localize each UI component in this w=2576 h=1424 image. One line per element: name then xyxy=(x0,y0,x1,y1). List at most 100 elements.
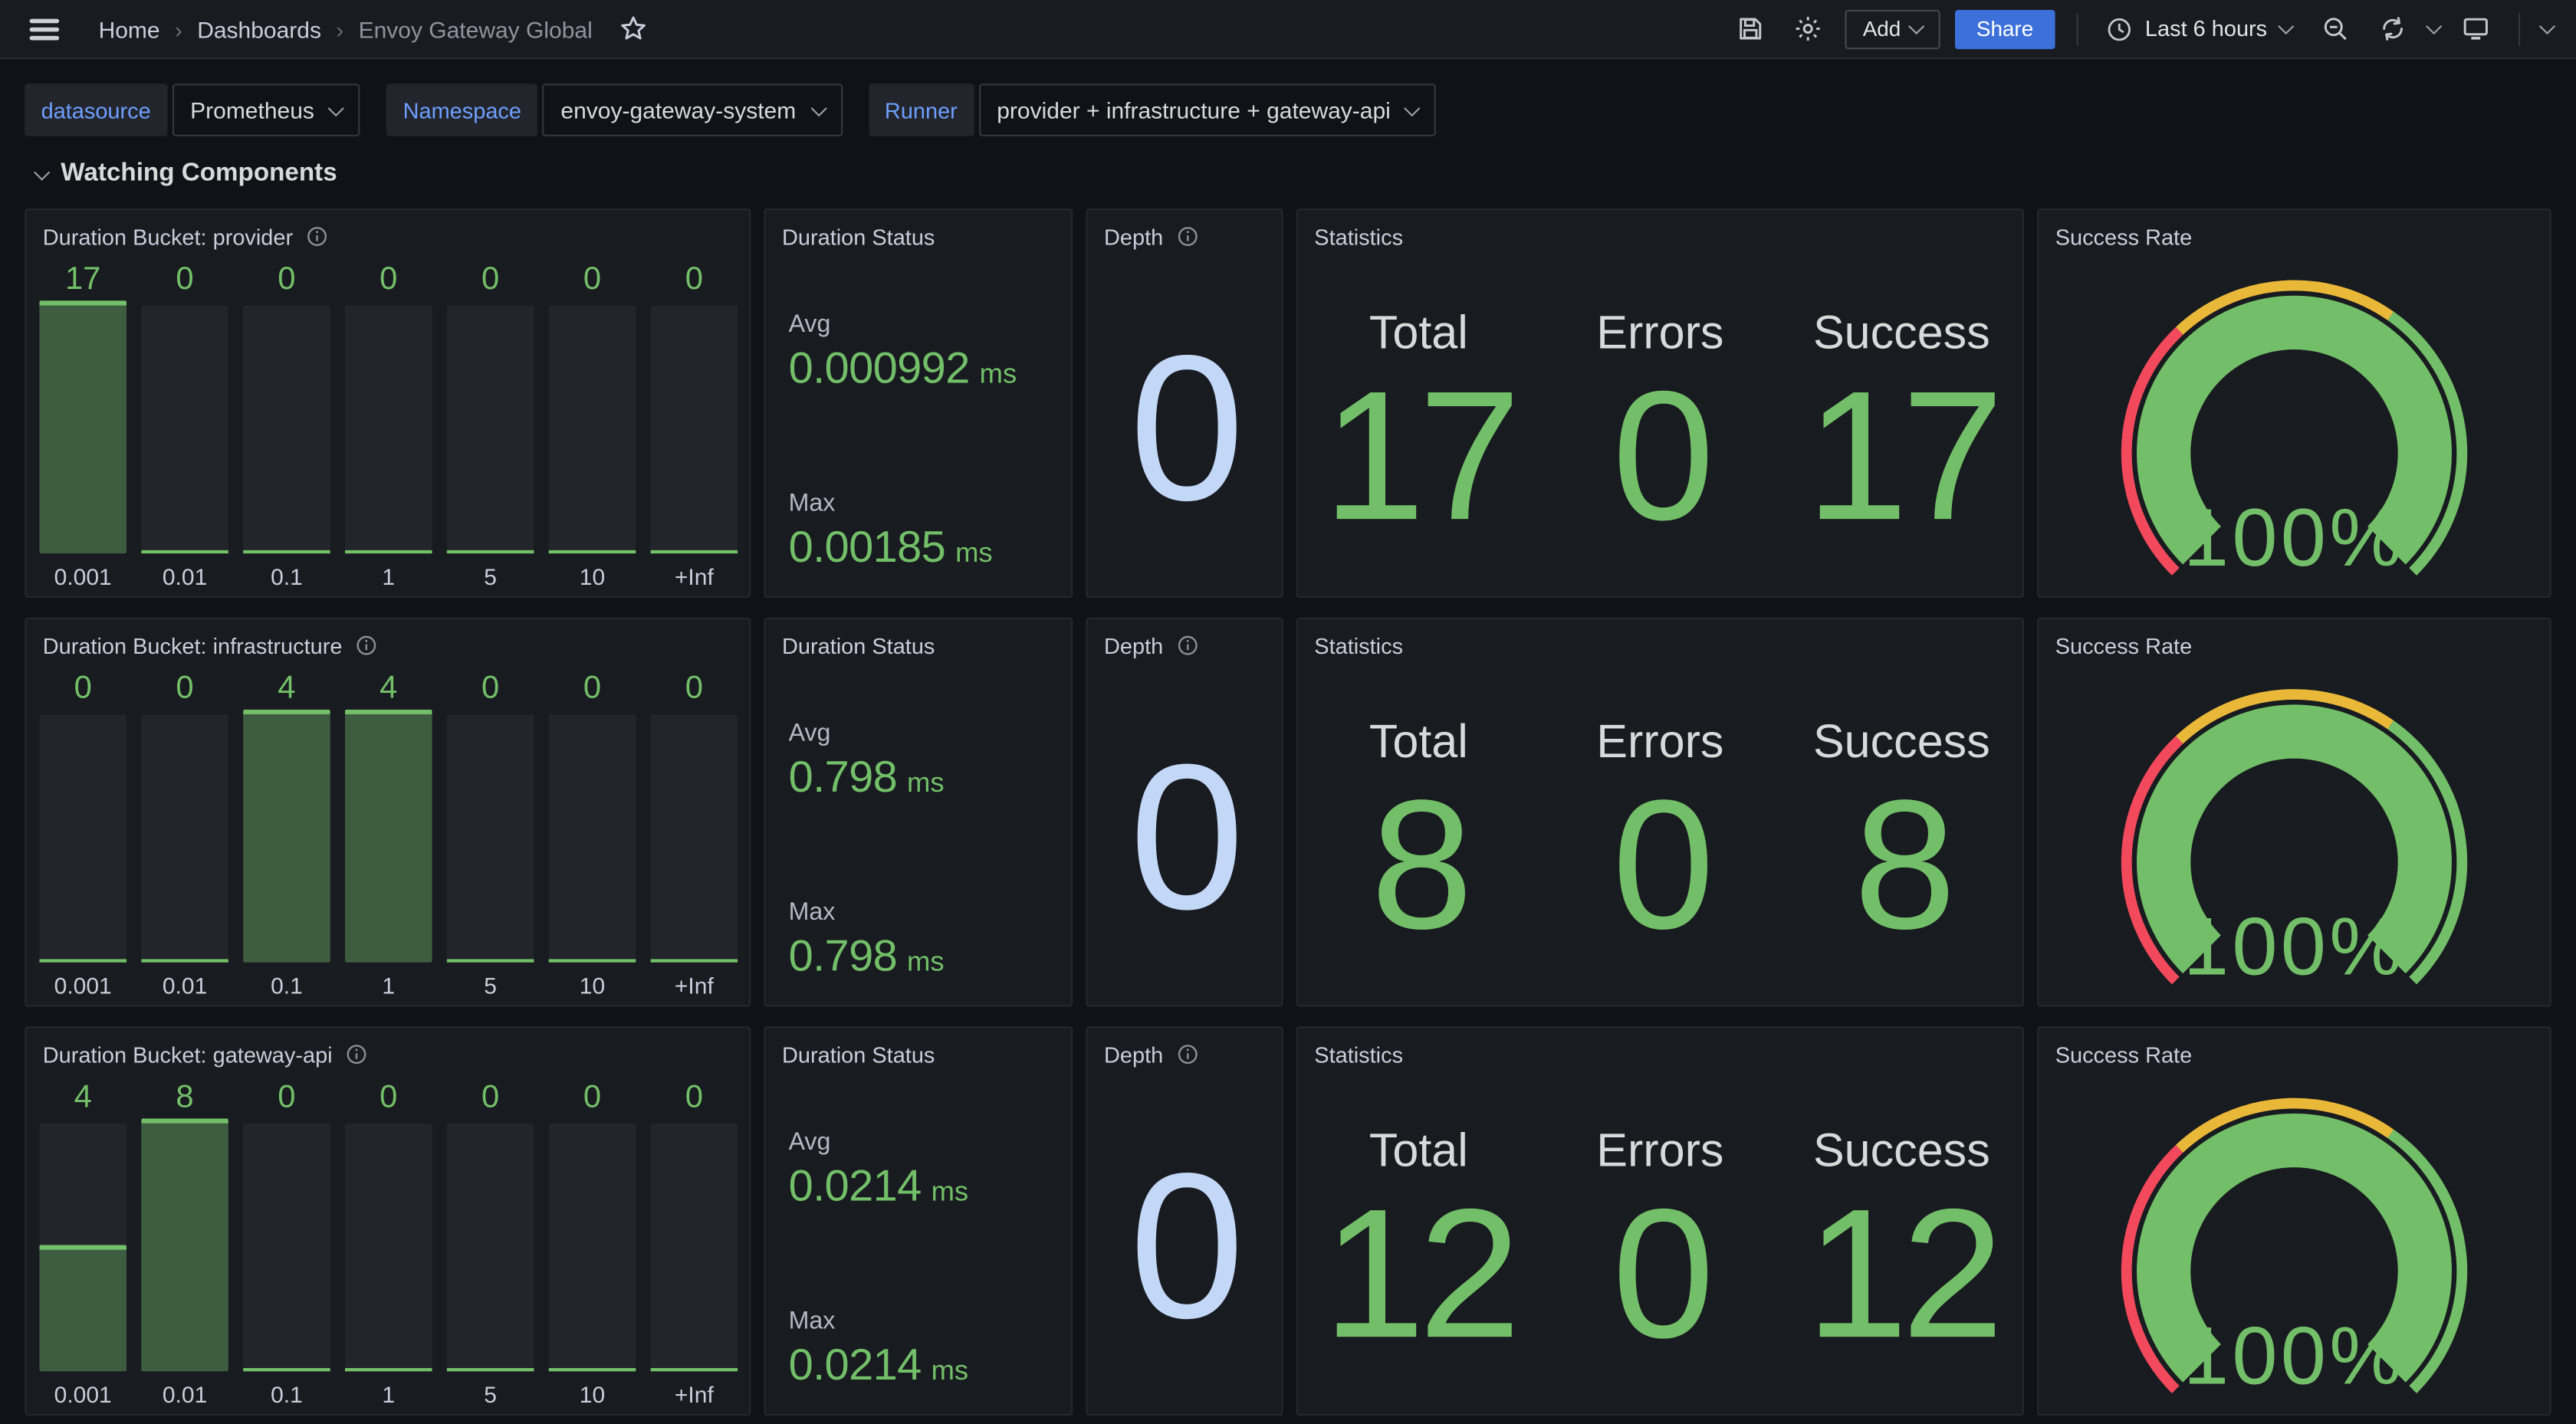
bar-bucket-5: 05 xyxy=(447,260,534,590)
info-icon[interactable] xyxy=(306,225,329,248)
stat-value: 0.000992 xyxy=(789,342,970,395)
panel-title[interactable]: Statistics xyxy=(1314,225,1403,249)
time-range-picker[interactable]: Last 6 hours xyxy=(2099,15,2298,41)
refresh-interval-chevron-icon[interactable] xyxy=(2426,18,2442,34)
bar-value-label: 0 xyxy=(447,260,534,301)
bar-bucket-label: 10 xyxy=(549,563,636,589)
panel-success-rate-gateway-api: Success Rate 100% xyxy=(2037,1026,2551,1416)
depth-value: 0 xyxy=(1129,733,1240,940)
bar xyxy=(39,300,127,553)
bar-bucket-0.001: 17 0.001 xyxy=(39,260,127,590)
bar-bucket-label: 0.001 xyxy=(39,563,127,589)
panel-title[interactable]: Success Rate xyxy=(2055,633,2192,658)
bar-zero-line xyxy=(447,1367,534,1371)
panel-header: Statistics xyxy=(1298,619,2022,665)
panel-header: Depth xyxy=(1088,1028,1282,1074)
bar-zero-line xyxy=(345,1367,432,1371)
panel-success-rate-infrastructure: Success Rate 100% xyxy=(2037,618,2551,1007)
bar-zero-line xyxy=(243,550,330,553)
top-bar: Home › Dashboards › Envoy Gateway Global xyxy=(0,0,2576,59)
variable-picker-datasource[interactable]: Prometheus xyxy=(172,84,360,136)
panel-title[interactable]: Duration Status xyxy=(782,633,935,658)
breadcrumb-current: Envoy Gateway Global xyxy=(359,15,593,41)
info-icon[interactable] xyxy=(346,1043,369,1066)
panel-header: Duration Status xyxy=(766,619,1072,665)
panel-title[interactable]: Duration Status xyxy=(782,1042,935,1067)
chevron-down-icon xyxy=(810,100,826,116)
stat-value: 0.00185 xyxy=(789,520,946,573)
breadcrumb-separator: › xyxy=(175,15,182,41)
bar-value-label: 0 xyxy=(243,260,330,301)
dashboard-settings-gear-icon[interactable] xyxy=(1787,8,1830,51)
info-icon[interactable] xyxy=(1176,225,1199,248)
menu-icon[interactable] xyxy=(23,8,66,51)
panel-duration-bucket-infrastructure: Duration Bucket: infrastructure00.00100.… xyxy=(25,618,751,1007)
bar-fill xyxy=(243,710,330,963)
row-toggle-watching-components[interactable]: Watching Components xyxy=(36,159,2576,189)
zoom-out-icon[interactable] xyxy=(2313,8,2356,51)
variable-label: datasource xyxy=(25,84,167,136)
stat-avg: Avg0.0214ms xyxy=(789,1127,1072,1219)
bar-value-label: 8 xyxy=(141,1078,228,1119)
share-button[interactable]: Share xyxy=(1955,9,2055,48)
stat-value: 0.0214 xyxy=(789,1338,922,1391)
bar-zero-line xyxy=(651,550,738,553)
panel-title[interactable]: Depth xyxy=(1104,225,1163,249)
panel-title[interactable]: Duration Bucket: gateway-api xyxy=(43,1042,333,1067)
bar-bucket-label: 0.001 xyxy=(39,973,127,999)
gauge: 100% xyxy=(2039,665,2549,1007)
info-icon[interactable] xyxy=(1176,634,1199,657)
gauge-value: 100% xyxy=(2183,1310,2405,1401)
save-dashboard-icon[interactable] xyxy=(1730,8,1773,51)
bar-track xyxy=(447,714,534,958)
bar-bucket-label: 0.01 xyxy=(141,563,228,589)
panel-title[interactable]: Duration Status xyxy=(782,225,935,249)
bar-zero-line xyxy=(141,958,228,962)
bar-bucket-+Inf: 0+Inf xyxy=(651,1078,738,1408)
panel-header: Duration Bucket: infrastructure xyxy=(26,619,749,665)
panel-title[interactable]: Duration Bucket: provider xyxy=(43,225,293,249)
panel-title[interactable]: Duration Bucket: infrastructure xyxy=(43,633,343,658)
panel-title[interactable]: Depth xyxy=(1104,1042,1163,1067)
panel-title[interactable]: Depth xyxy=(1104,633,1163,658)
stat-value: 0.798 xyxy=(789,930,898,983)
stat-avg: Avg0.798ms xyxy=(789,717,1072,809)
panel-title[interactable]: Statistics xyxy=(1314,633,1403,658)
stat-label: Avg xyxy=(789,309,1072,342)
info-icon[interactable] xyxy=(1176,1043,1199,1066)
panel-header: Depth xyxy=(1088,210,1282,256)
panel-duration-bucket-provider: Duration Bucket: provider 17 0.001 0 0.01 0 0.… xyxy=(25,208,751,598)
breadcrumb-home[interactable]: Home xyxy=(99,15,160,41)
refresh-icon[interactable] xyxy=(2371,8,2413,51)
bar xyxy=(243,300,330,553)
panel-title[interactable]: Statistics xyxy=(1314,1042,1403,1067)
variable-picker-runner[interactable]: provider + infrastructure + gateway-api xyxy=(979,84,1437,136)
clock-icon xyxy=(2106,15,2132,41)
bar-bucket-label: 0.1 xyxy=(243,563,330,589)
bar-value-label: 0 xyxy=(243,1078,330,1119)
info-icon[interactable] xyxy=(356,634,379,657)
bar-value-label: 17 xyxy=(39,260,127,301)
bar-bucket-0.01: 80.01 xyxy=(141,1078,228,1408)
favorite-star-icon[interactable] xyxy=(612,8,655,51)
bar-zero-line xyxy=(549,1367,636,1371)
kiosk-tv-icon[interactable] xyxy=(2454,8,2497,51)
panel-header: Statistics xyxy=(1298,210,2022,256)
variable-picker-namespace[interactable]: envoy-gateway-system xyxy=(543,84,842,136)
panel-duration-status-infrastructure: Duration StatusAvg0.798msMax0.798ms xyxy=(764,618,1073,1007)
bar xyxy=(447,300,534,553)
panel-depth-gateway-api: Depth0 xyxy=(1086,1026,1283,1416)
breadcrumb-dashboards[interactable]: Dashboards xyxy=(197,15,321,41)
depth-stat: 0 xyxy=(1088,665,1282,1007)
panel-header: Success Rate xyxy=(2039,1028,2549,1074)
stat-max: Max0.0214ms xyxy=(789,1306,1072,1398)
bar-track xyxy=(345,1123,432,1367)
bar-bucket-label: 5 xyxy=(447,973,534,999)
bar-track xyxy=(447,305,534,550)
stat-value: 8 xyxy=(1781,777,2022,954)
toolbar-collapse-chevron-icon[interactable] xyxy=(2539,18,2555,34)
bar-bucket-label: 1 xyxy=(345,563,432,589)
add-button[interactable]: Add xyxy=(1845,9,1940,48)
panel-title[interactable]: Success Rate xyxy=(2055,225,2192,249)
panel-title[interactable]: Success Rate xyxy=(2055,1042,2192,1067)
